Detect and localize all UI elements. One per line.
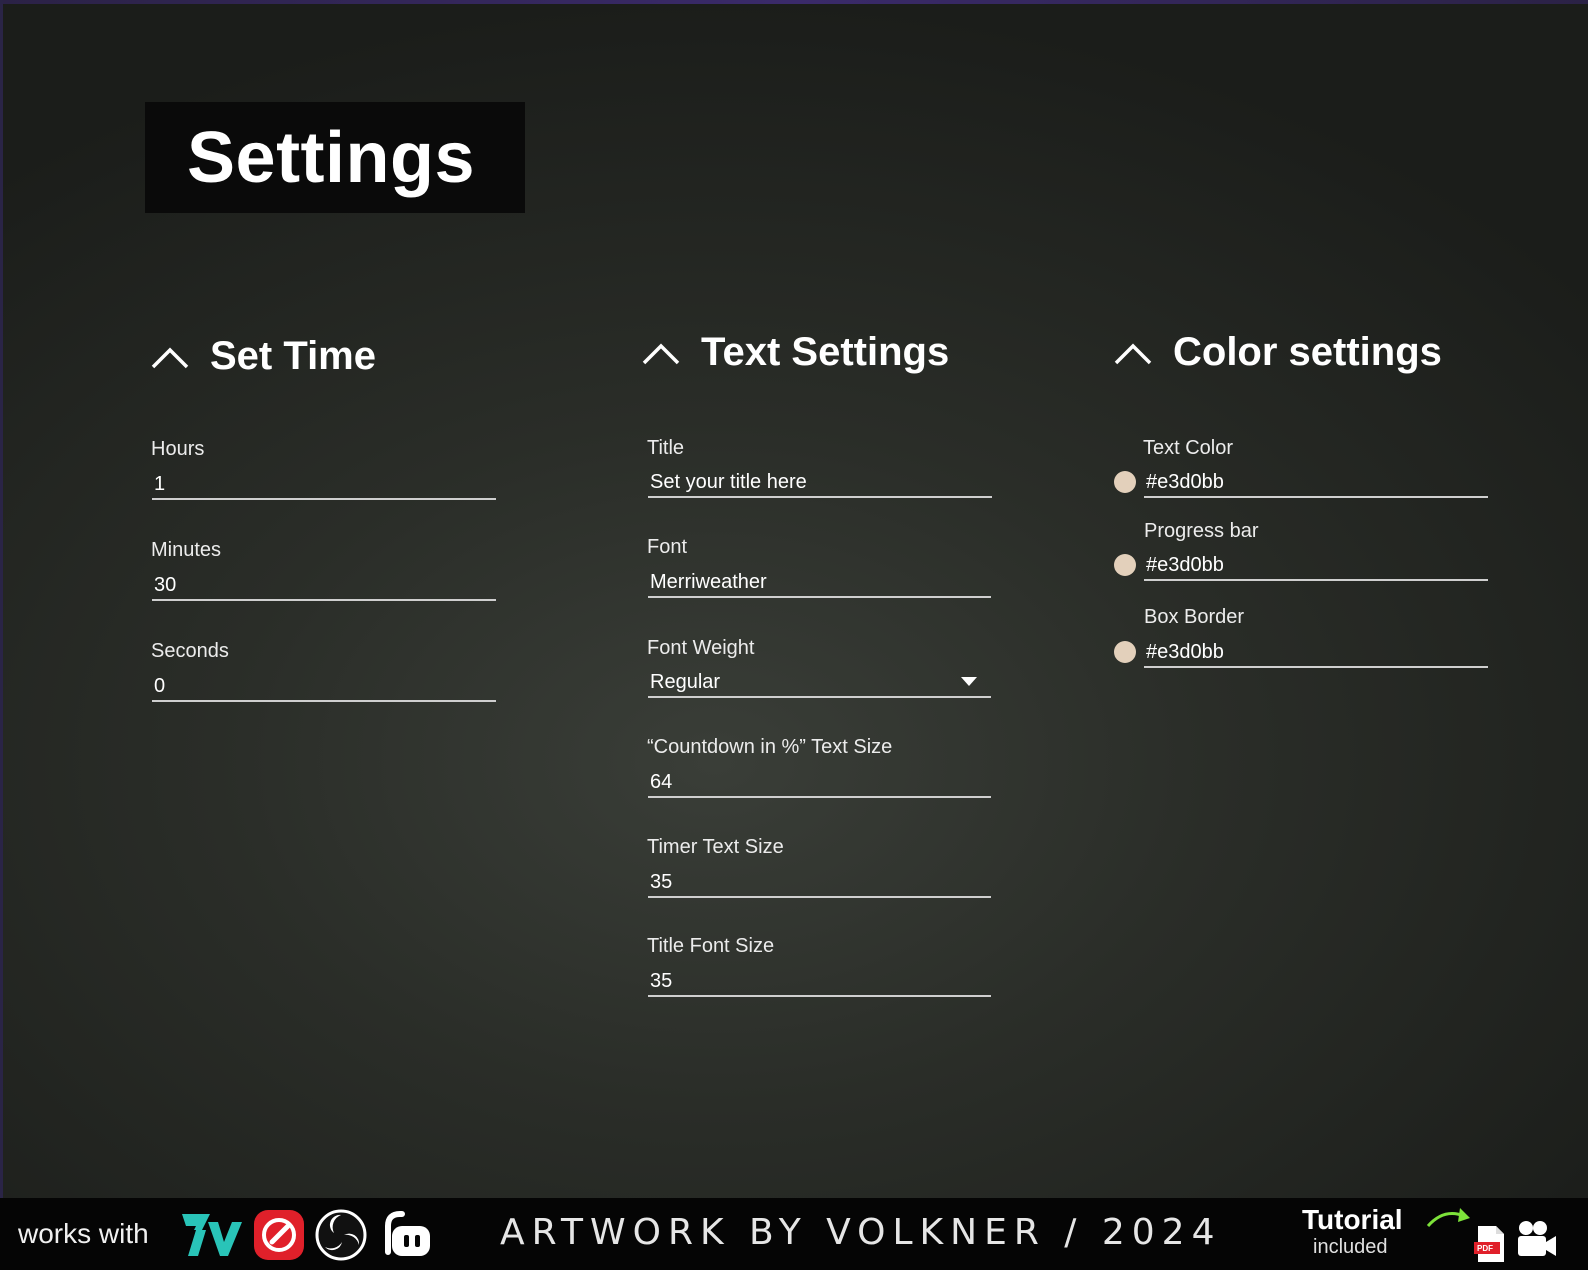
seconds-label: Seconds [151, 640, 229, 662]
hours-label: Hours [151, 438, 205, 460]
page-title-box: Settings [145, 102, 525, 213]
font-input[interactable]: Merriweather [648, 564, 991, 598]
text-color-value: #e3d0bb [1146, 471, 1224, 493]
timer-text-size-input[interactable]: 35 [648, 864, 991, 898]
section-title: Color settings [1173, 330, 1442, 374]
box-border-label: Box Border [1144, 606, 1245, 628]
arrow-icon [1426, 1208, 1470, 1228]
works-with-label: works with [18, 1218, 149, 1249]
title-label: Title [647, 437, 685, 459]
timer-text-size-value: 35 [650, 871, 673, 893]
timer-text-size-label: Timer Text Size [647, 836, 784, 858]
box-border-value: #e3d0bb [1146, 641, 1224, 663]
progress-bar-value: #e3d0bb [1146, 554, 1224, 576]
title-font-size-value: 35 [650, 970, 673, 992]
dropdown-arrow-icon [961, 677, 977, 686]
page-title: Settings [187, 117, 476, 198]
artwork-credit: ARTWORK BY VOLKNER / 2024 [500, 1212, 1222, 1253]
svg-text:PDF: PDF [1477, 1244, 1493, 1253]
section-header-set-time[interactable]: Set Time [150, 334, 376, 379]
tutorial-label: Tutorial [1302, 1204, 1403, 1235]
title-font-size-label: Title Font Size [647, 935, 775, 957]
chevron-up-icon [151, 347, 189, 368]
countdown-text-size-label: “Countdown in %” Text Size [647, 736, 893, 758]
section-header-color-settings[interactable]: Color settings [1113, 330, 1442, 375]
7tv-logo [182, 1214, 242, 1256]
section-title: Text Settings [701, 330, 950, 374]
seconds-value: 0 [154, 675, 166, 697]
countdown-text-size-input[interactable]: 64 [648, 764, 991, 798]
font-label: Font [647, 536, 688, 558]
left-accent-line [0, 0, 3, 1200]
font-weight-label: Font Weight [647, 637, 755, 659]
video-camera-icon [1518, 1221, 1556, 1256]
streamlabs-logo [385, 1211, 430, 1256]
hours-value: 1 [154, 473, 166, 495]
obs-logo [315, 1209, 367, 1261]
progress-bar-input[interactable]: #e3d0bb [1144, 547, 1488, 581]
box-border-input[interactable]: #e3d0bb [1144, 634, 1488, 668]
font-value: Merriweather [650, 571, 767, 593]
minutes-label: Minutes [151, 539, 222, 561]
font-weight-select[interactable]: Regular [648, 664, 991, 698]
box-border-swatch[interactable] [1114, 641, 1136, 663]
minutes-input[interactable]: 30 [152, 567, 496, 601]
minutes-value: 30 [154, 574, 177, 596]
included-label: included [1313, 1236, 1388, 1258]
top-accent-line [0, 0, 1588, 4]
chevron-up-icon [1114, 343, 1152, 364]
text-color-label: Text Color [1143, 437, 1234, 459]
streamelements-logo [254, 1210, 304, 1260]
title-font-size-input[interactable]: 35 [648, 963, 991, 997]
section-title: Set Time [210, 334, 376, 378]
chevron-up-icon [642, 343, 680, 364]
font-weight-value: Regular [650, 671, 721, 693]
text-color-swatch[interactable] [1114, 471, 1136, 493]
pdf-icon: PDF [1474, 1226, 1504, 1262]
title-input[interactable]: Set your title here [648, 464, 992, 498]
seconds-input[interactable]: 0 [152, 668, 496, 702]
countdown-text-size-value: 64 [650, 771, 673, 793]
footer-bar: works with ARTWORK BY VOLKNER / 2024 Tut… [0, 1198, 1588, 1270]
text-color-input[interactable]: #e3d0bb [1144, 464, 1488, 498]
title-value: Set your title here [650, 471, 807, 493]
progress-bar-label: Progress bar [1144, 520, 1259, 542]
hours-input[interactable]: 1 [152, 466, 496, 500]
progress-bar-swatch[interactable] [1114, 554, 1136, 576]
section-header-text-settings[interactable]: Text Settings [641, 330, 949, 375]
